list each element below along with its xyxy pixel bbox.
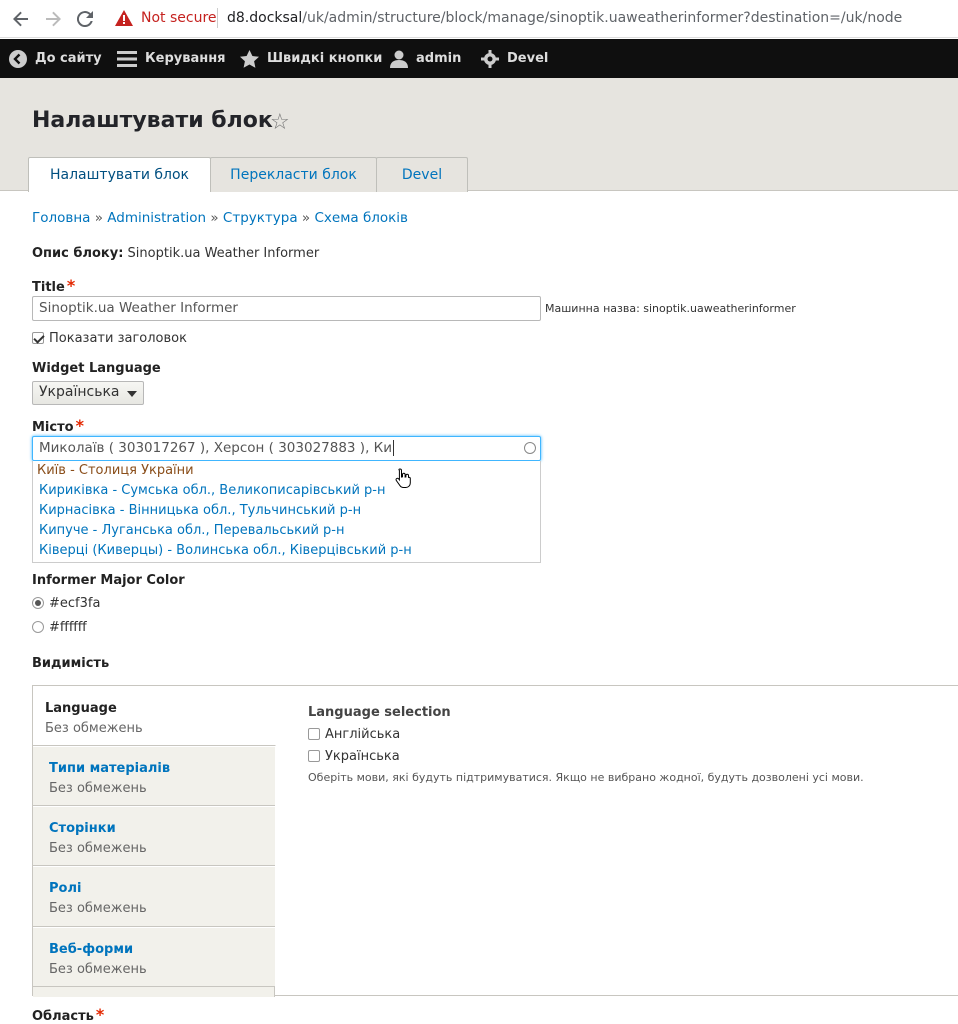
language-option-label: Англійська (325, 727, 401, 742)
widget-language-label: Widget Language (32, 361, 161, 376)
language-option-label: Українська (325, 749, 400, 764)
language-checkbox-ukrainian[interactable] (308, 750, 320, 762)
forward-arrow-icon[interactable] (40, 6, 66, 32)
vertical-tab-title: Сторінки (49, 821, 116, 836)
autocomplete-item[interactable]: Кипуче - Луганська обл., Перевальський р… (39, 523, 344, 538)
autocomplete-item[interactable]: Кириківка - Сумська обл., Великописарівс… (39, 483, 386, 498)
throbber-icon (524, 442, 536, 454)
toolbar-user[interactable]: admin (390, 39, 461, 78)
breadcrumb-link[interactable]: Структура (223, 210, 298, 226)
vertical-tab-title: Language (45, 701, 117, 716)
vertical-tab-language[interactable]: Language Без обмежень (33, 686, 276, 746)
url-host: d8.docksal (227, 10, 303, 26)
vertical-tab-roles[interactable]: Ролі Без обмежень (33, 866, 275, 927)
back-circle-icon (9, 49, 27, 68)
block-description-value: Sinoptik.ua Weather Informer (127, 246, 320, 261)
language-description: Оберіть мови, які будуть підтримуватися.… (308, 771, 864, 784)
gear-icon (481, 49, 499, 68)
visibility-label: Видимість (32, 656, 110, 671)
required-marker: * (66, 276, 76, 295)
color-radio-ecf3fa[interactable] (32, 597, 44, 609)
widget-language-value: Українська (39, 384, 120, 400)
warning-icon (115, 10, 133, 26)
tab-devel[interactable]: Devel (376, 157, 468, 192)
tab-configure-block[interactable]: Налаштувати блок (28, 157, 211, 192)
city-input-value: Миколаїв ( 303017267 ), Херсон ( 3030278… (39, 440, 393, 456)
toolbar-manage[interactable]: Керування (117, 39, 226, 78)
toolbar-shortcuts[interactable]: Швидкі кнопки (240, 39, 382, 78)
widget-language-select[interactable]: Українська (32, 381, 144, 405)
breadcrumb: Головна » Administration » Структура » С… (32, 210, 409, 226)
url-path: /uk/admin/structure/block/manage/sinopti… (302, 10, 903, 26)
title-label-text: Title (32, 280, 65, 295)
color-option-label: #ecf3fa (49, 596, 101, 611)
chevron-down-icon (127, 391, 137, 397)
informer-color-label: Informer Major Color (32, 573, 185, 588)
breadcrumb-link[interactable]: Схема блоків (314, 210, 408, 226)
menu-icon (117, 50, 137, 67)
toolbar-label: Devel (507, 51, 549, 66)
language-selection-title: Language selection (308, 705, 451, 720)
city-label: Місто * (32, 416, 84, 435)
toolbar-label: Керування (145, 51, 226, 66)
tab-translate-block[interactable]: Перекласти блок (210, 157, 377, 192)
block-description-label: Опис блоку: (32, 246, 124, 261)
city-autocomplete-input[interactable]: Миколаїв ( 303017267 ), Херсон ( 3030278… (32, 436, 541, 461)
autocomplete-item[interactable]: Київ - Столиця України (37, 463, 194, 478)
star-icon (240, 49, 259, 68)
toolbar-devel[interactable]: Devel (481, 39, 548, 78)
language-checkbox-english[interactable] (308, 728, 320, 740)
back-arrow-icon[interactable] (8, 6, 34, 32)
block-description: Опис блоку: Sinoptik.ua Weather Informer (32, 246, 319, 261)
required-marker: * (75, 416, 84, 435)
city-label-text: Місто (32, 420, 74, 435)
browser-address-bar: Not secure d8.docksal/uk/admin/structure… (0, 0, 958, 38)
visibility-vertical-tabs: Language Без обмежень Типи матеріалів Бе… (32, 685, 958, 997)
show-title-checkbox[interactable] (32, 332, 44, 344)
title-input[interactable]: Sinoptik.ua Weather Informer (32, 296, 541, 321)
toolbar-label: admin (416, 51, 462, 66)
vertical-tab-summary: Без обмежень (45, 721, 143, 736)
vertical-tab-summary: Без обмежень (49, 901, 147, 916)
toolbar-label: Швидкі кнопки (267, 51, 383, 66)
vertical-tab-pages[interactable]: Сторінки Без обмежень (33, 806, 275, 866)
admin-toolbar: До сайту Керування Швидкі кнопки admin D… (0, 39, 958, 78)
required-marker: * (95, 1005, 105, 1024)
breadcrumb-link[interactable]: Administration (107, 210, 206, 226)
text-caret (393, 440, 395, 456)
toolbar-label: До сайту (35, 51, 102, 66)
user-icon (390, 50, 408, 68)
autocomplete-list: Київ - Столиця України Кириківка - Сумсь… (32, 461, 541, 563)
autocomplete-item[interactable]: Ківерці (Киверцы) - Волинська обл., Ківе… (39, 543, 412, 558)
breadcrumb-link[interactable]: Головна (32, 210, 90, 226)
color-radio-ffffff[interactable] (32, 621, 44, 633)
not-secure-label: Not secure (141, 10, 217, 26)
reload-icon[interactable] (72, 6, 98, 32)
show-title-label: Показати заголовок (49, 331, 187, 346)
hand-cursor-icon (395, 468, 411, 488)
region-label-text: Область (32, 1009, 94, 1024)
autocomplete-item[interactable]: Кирнасівка - Вінницька обл., Тульчинськи… (39, 503, 361, 518)
vertical-tab-summary: Без обмежень (49, 962, 147, 977)
address-separator (217, 8, 218, 28)
title-label: Title * (32, 276, 75, 295)
page-title: Налаштувати блок (32, 108, 273, 133)
machine-name: Машинна назва: sinoptik.uaweatherinforme… (545, 302, 796, 315)
vertical-tab-summary: Без обмежень (49, 841, 147, 856)
url-field[interactable]: d8.docksal/uk/admin/structure/block/mana… (227, 10, 902, 26)
toolbar-back-to-site[interactable]: До сайту (9, 39, 102, 78)
vertical-tab-title: Веб-форми (49, 942, 134, 957)
region-label: Область * (32, 1005, 104, 1024)
color-option-label: #ffffff (49, 620, 87, 635)
vertical-tab-summary: Без обмежень (49, 781, 147, 796)
vertical-tabs-menu: Language Без обмежень Типи матеріалів Бе… (33, 686, 276, 997)
vertical-tab-webforms[interactable]: Веб-форми Без обмежень (33, 927, 275, 987)
shortcut-star-icon[interactable]: ☆ (270, 110, 290, 135)
vertical-tab-title: Типи матеріалів (49, 761, 171, 776)
vertical-tab-content-types[interactable]: Типи матеріалів Без обмежень (33, 746, 275, 806)
vertical-tab-title: Ролі (49, 881, 82, 896)
